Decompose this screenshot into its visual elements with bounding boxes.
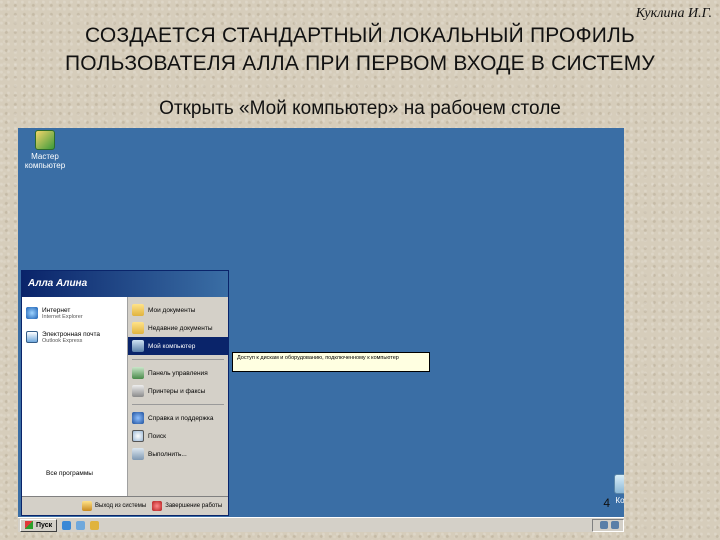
start-menu-right-pane: Мои документы Недавние документы Мой ком… [128,297,228,499]
start-menu-item-label: Выполнить... [148,450,187,458]
control-panel-icon [132,367,144,379]
start-menu-item-search[interactable]: Поиск [128,427,228,445]
start-menu-item-label: Мой компьютер [148,342,196,350]
start-menu-item-my-documents[interactable]: Мои документы [128,301,228,319]
my-computer-tooltip: Доступ к дискам и оборудованию, подключе… [232,352,430,372]
start-menu-item-label: Поиск [148,432,167,440]
start-menu-item-label: Панель управления [148,369,208,377]
start-menu-item-recent-documents[interactable]: Недавние документы [128,319,228,337]
start-menu-item-control-panel[interactable]: Панель управления [128,364,228,382]
slide-title: СОЗДАЕТСЯ СТАНДАРТНЫЙ ЛОКАЛЬНЫЙ ПРОФИЛЬ … [0,22,720,78]
start-menu-item-email[interactable]: Электронная почта Outlook Express [22,325,127,349]
slide-title-line1: СОЗДАЕТСЯ СТАНДАРТНЫЙ ЛОКАЛЬНЫЙ ПРОФИЛЬ [85,24,635,47]
folder-icon [132,322,144,334]
start-button-label: Пуск [36,521,53,529]
start-menu-user-name: Алла Алина [22,271,228,297]
start-menu-left-pane: Интернет Internet Explorer Электронная п… [22,297,128,499]
start-menu-item-sublabel: Outlook Express [42,337,83,344]
start-menu-item-internet[interactable]: Интернет Internet Explorer [22,301,127,325]
shutdown-label: Завершение работы [165,503,223,509]
start-menu-item-label: Электронная почта [42,330,101,338]
windows-logo-icon [25,521,33,529]
run-icon [132,448,144,460]
start-menu-item-label: Справка и поддержка [148,414,214,422]
menu-separator [132,359,224,360]
all-programs-button[interactable]: Все программы [22,470,127,477]
network-icon[interactable] [600,521,608,529]
start-menu-item-label: Принтеры и факсы [148,387,206,395]
logoff-icon [82,501,92,511]
start-menu-footer: Выход из системы Завершение работы [22,496,228,515]
start-menu-item-label: Мои документы [148,306,196,314]
author-name: Куклина И.Г. [635,6,712,21]
taskbar: Пуск [18,517,624,532]
slide-title-line2: ПОЛЬЗОВАТЕЛЯ АЛЛА ПРИ ПЕРВОМ ВХОДЕ В СИС… [65,52,655,75]
slide-subtitle: Открыть «Мой компьютер» на рабочем столе [159,98,561,119]
desktop-icon-label: Мастер компьютер [24,152,66,170]
printer-icon [132,385,144,397]
start-menu-item-printers[interactable]: Принтеры и факсы [128,382,228,400]
shutdown-button[interactable]: Завершение работы [152,501,222,511]
start-menu-item-label: Недавние документы [148,324,213,332]
folder-icon [132,304,144,316]
slide-number: 4 [603,496,610,510]
desktop-icon-wizard[interactable]: Мастер компьютер [22,130,68,170]
quick-launch-ie-icon[interactable] [62,520,72,530]
email-icon [26,331,38,343]
quick-launch-desktop-icon[interactable] [76,520,86,530]
volume-icon[interactable] [611,521,619,529]
internet-explorer-icon [26,307,38,319]
start-menu-item-sublabel: Internet Explorer [42,313,83,320]
start-button[interactable]: Пуск [20,518,58,532]
computer-icon [132,340,144,352]
start-menu: Алла Алина Интернет Internet Explorer Эл… [21,270,229,516]
logoff-button[interactable]: Выход из системы [82,501,146,511]
search-icon [132,430,144,442]
desktop-screenshot: Мастер компьютер Корз Алла Алина Интерне… [18,128,624,532]
start-menu-item-label: Интернет [42,306,71,314]
power-icon [152,501,163,511]
desktop-icon-label: Корз [615,496,624,505]
help-icon [132,412,144,424]
start-menu-item-run[interactable]: Выполнить... [128,445,228,463]
wizard-icon [35,130,55,150]
start-menu-item-my-computer[interactable]: Мой компьютер [128,337,228,355]
system-tray [592,518,624,532]
logoff-label: Выход из системы [95,503,147,509]
start-menu-item-text: Электронная почта Outlook Express [42,331,100,344]
recycle-bin-icon [614,474,624,494]
menu-separator [132,404,224,405]
quick-launch-media-icon[interactable] [90,520,100,530]
start-menu-item-text: Интернет Internet Explorer [42,307,83,320]
start-menu-item-help[interactable]: Справка и поддержка [128,409,228,427]
